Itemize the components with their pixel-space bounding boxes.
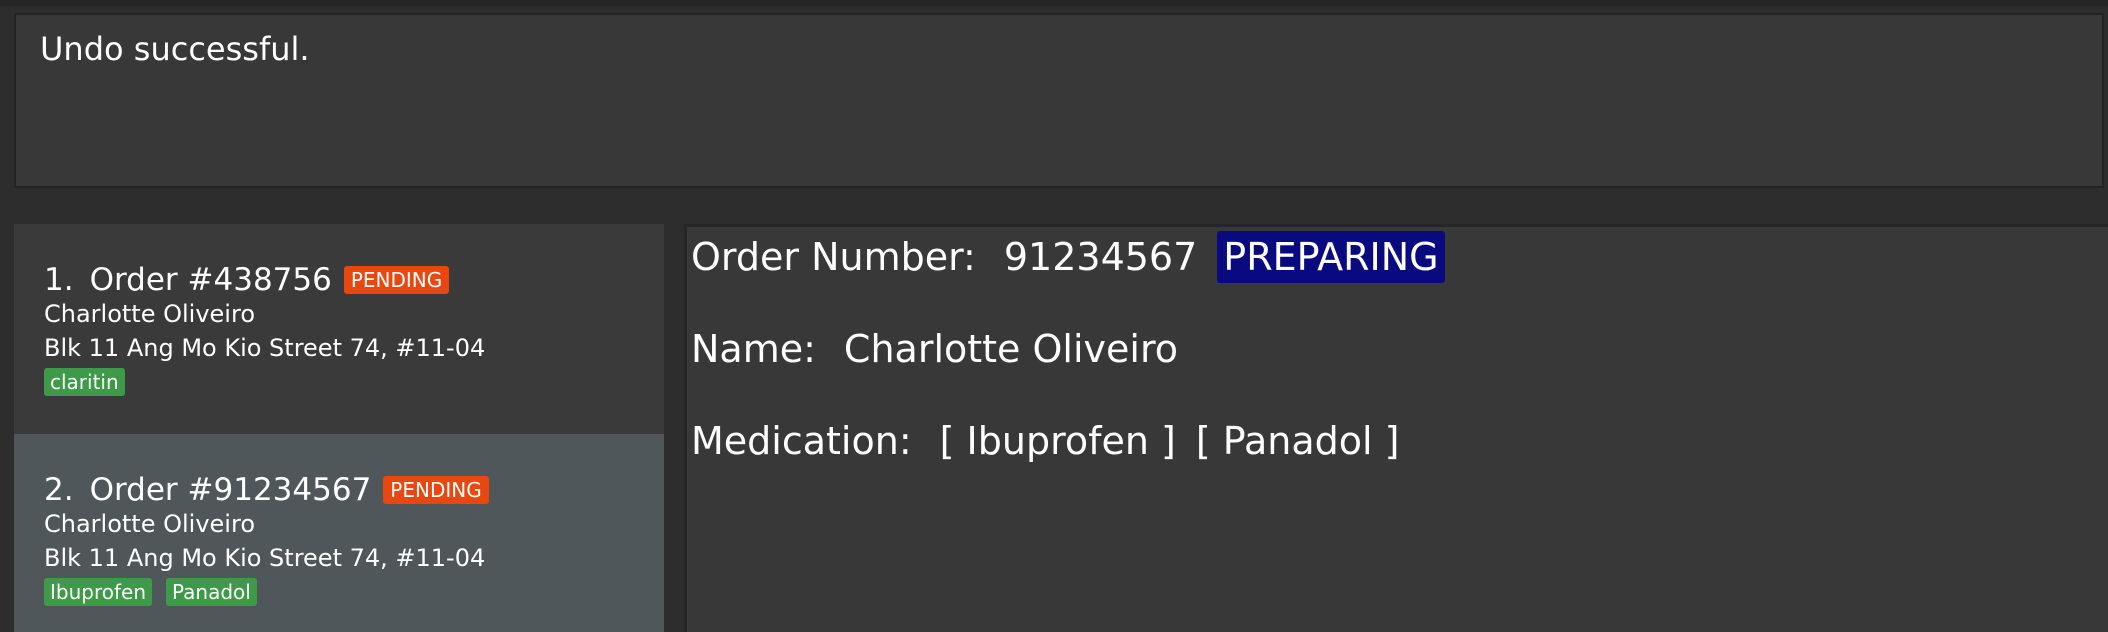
order-title: Order #438756 (89, 262, 332, 298)
order-heading: 1. Order #438756 PENDING (44, 262, 450, 298)
status-badge: PREPARING (1217, 231, 1445, 283)
order-detail-panel: Order Number: 91234567 PREPARING Name: C… (684, 224, 2108, 632)
order-number-label: Order Number: (691, 235, 976, 279)
result-display: Undo successful. (14, 13, 2104, 188)
order-number-value: 91234567 (1003, 235, 1198, 279)
order-heading: 2. Order #91234567 PENDING (44, 472, 489, 508)
order-index: 2. (44, 472, 74, 508)
medication-tag: Panadol (166, 578, 257, 606)
status-badge: PENDING (383, 476, 489, 504)
order-customer-name: Charlotte Oliveiro (44, 300, 255, 328)
order-address: Blk 11 Ang Mo Kio Street 74, #11-04 (44, 334, 486, 362)
medication-label: Medication: (691, 419, 912, 463)
medication-item: [ Panadol ] (1195, 419, 1400, 463)
medication-tag: Ibuprofen (44, 578, 153, 606)
name-label: Name: (691, 327, 816, 371)
medication-tags: Ibuprofen Panadol (44, 578, 271, 606)
order-card-selected[interactable]: 2. Order #91234567 PENDING Charlotte Oli… (14, 434, 664, 632)
order-list-panel[interactable]: 1. Order #438756 PENDING Charlotte Olive… (14, 224, 664, 632)
order-card[interactable]: 1. Order #438756 PENDING Charlotte Olive… (14, 224, 664, 434)
name-value: Charlotte Oliveiro (843, 327, 1178, 371)
order-title: Order #91234567 (89, 472, 372, 508)
detail-name-row: Name: Charlotte Oliveiro (691, 327, 1198, 371)
order-address: Blk 11 Ang Mo Kio Street 74, #11-04 (44, 544, 486, 572)
app-window: Undo successful. 1. Order #438756 PENDIN… (0, 0, 2108, 632)
order-index: 1. (44, 262, 74, 298)
menu-bar-strip (0, 0, 2108, 6)
result-message: Undo successful. (40, 30, 310, 68)
medication-tags: claritin (44, 368, 139, 396)
detail-medication-row: Medication: [ Ibuprofen ] [ Panadol ] (691, 419, 1419, 463)
status-badge: PENDING (343, 266, 450, 294)
medication-tag: claritin (44, 368, 125, 396)
medication-item: [ Ibuprofen ] (939, 419, 1176, 463)
detail-order-number-row: Order Number: 91234567 PREPARING (691, 231, 1445, 283)
order-customer-name: Charlotte Oliveiro (44, 510, 255, 538)
